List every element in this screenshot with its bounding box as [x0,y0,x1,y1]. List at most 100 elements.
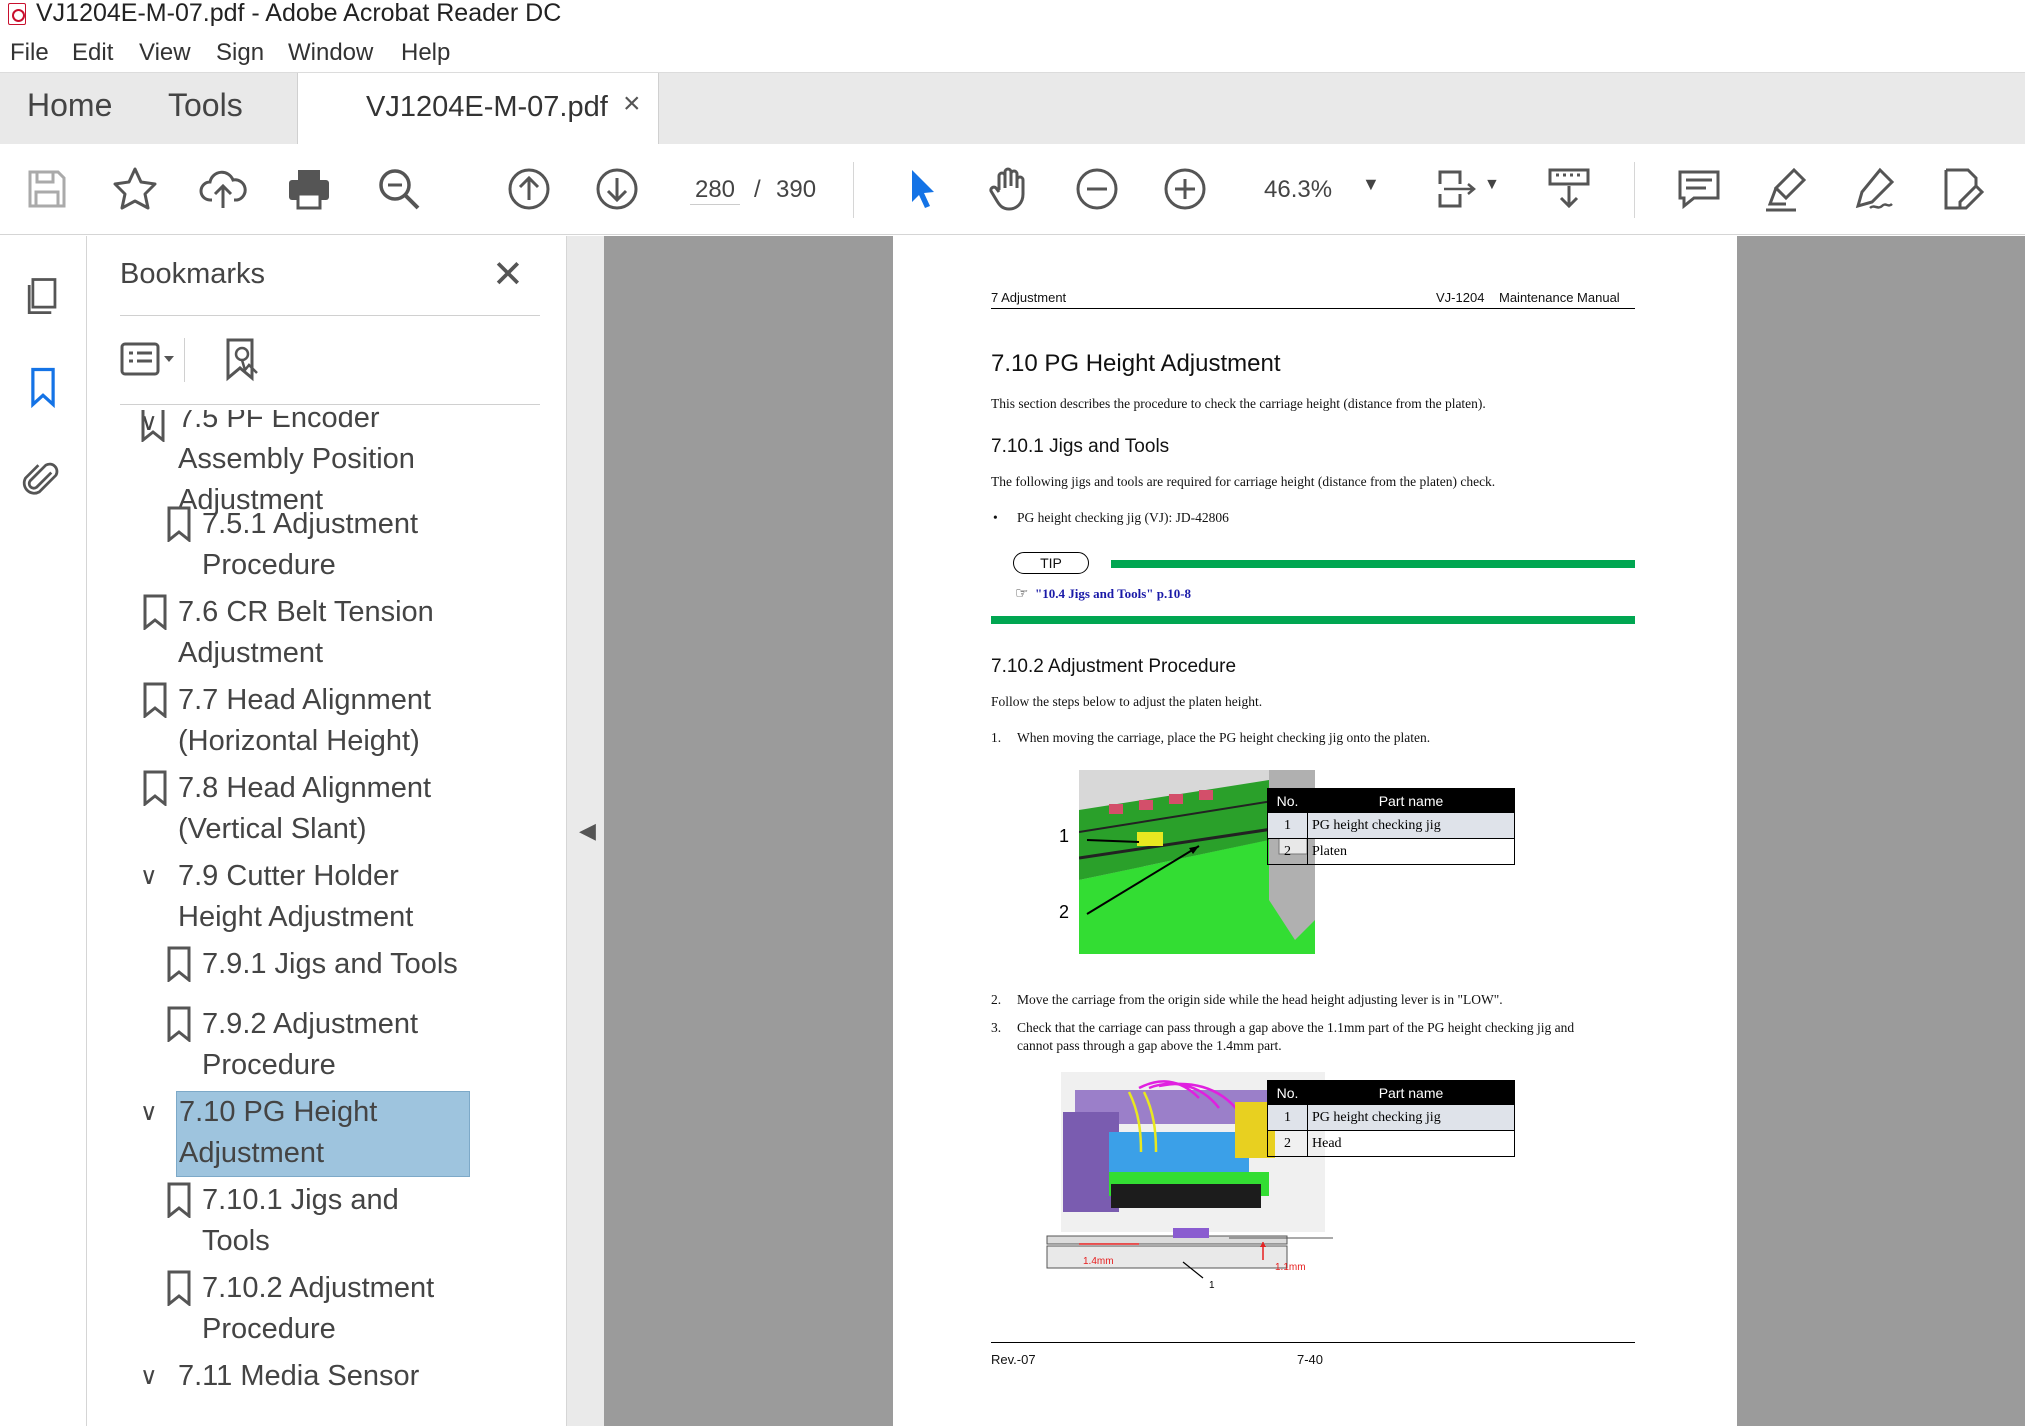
subsection-2-text: Follow the steps below to adjust the pla… [991,694,1263,709]
table-row: 2 Head [1267,1130,1515,1157]
tip-link[interactable]: "10.4 Jigs and Tools" p.10-8 [1035,586,1191,602]
bookmark-icon [143,770,167,806]
step-1-text: When moving the carriage, place the PG h… [1017,730,1431,745]
zoom-level[interactable]: 46.3% [1264,176,1332,204]
tip-badge: TIP [1013,552,1089,574]
fit-page-icon[interactable] [1430,162,1484,216]
step-3-number: 3. [991,1020,1002,1035]
menu-sign[interactable]: Sign [216,39,264,67]
menu-edit[interactable]: Edit [72,39,113,67]
header-rule [991,308,1635,309]
pointing-hand-icon: ☞ [1015,586,1029,602]
select-cursor-icon[interactable] [896,162,950,216]
step-2-text: Move the carriage from the origin side w… [1017,992,1503,1007]
zoom-search-icon[interactable] [372,162,426,216]
chevron-down-icon[interactable]: ∨ [140,1356,158,1397]
zoom-dropdown-chevron-icon[interactable]: ▼ [1362,174,1380,195]
document-viewer[interactable]: 7 Adjustment VJ-1204 Maintenance Manual … [604,236,2025,1426]
gap-label-1-1mm: 1.1mm [1275,1262,1306,1273]
page-header-left: 7 Adjustment [991,290,1067,305]
panel-splitter[interactable]: ◀ [566,236,604,1426]
chevron-down-icon[interactable]: ∨ [140,1092,158,1133]
table-header-name: Part name [1307,1080,1515,1105]
zoom-in-icon[interactable] [1158,162,1212,216]
hand-tool-icon[interactable] [982,162,1036,216]
bookmark-label: 7.7 Head Alignment (Horizontal Height) [178,684,432,757]
bookmark-panel-icon[interactable] [18,362,68,412]
bookmark-label: 7.8 Head Alignment (Vertical Slant) [178,772,432,845]
sign-pen-icon[interactable] [1848,162,1902,216]
attachment-icon[interactable] [18,454,68,504]
bookmark-icon [143,594,167,630]
menu-help[interactable]: Help [401,39,450,67]
step-2-number: 2. [991,992,1002,1007]
comment-icon[interactable] [1672,162,1726,216]
next-page-icon[interactable] [590,162,644,216]
subsection-1-text: The following jigs and tools are require… [991,474,1496,489]
footer-rule [991,1342,1635,1343]
table-row: 2 Platen [1267,838,1515,865]
pages-thumbnail-icon[interactable] [18,272,68,322]
new-bookmark-icon[interactable] [222,336,268,384]
page-header-doc: Maintenance Manual [1499,290,1620,305]
fit-dropdown-chevron-icon[interactable]: ▼ [1484,176,1500,194]
save-icon[interactable] [20,162,74,216]
intro-text: This section describes the procedure to … [991,396,1486,411]
pdf-app-icon [8,3,26,25]
edit-pdf-icon[interactable] [1936,162,1990,216]
bookmark-icon [167,1182,191,1218]
figure-callout-2: 2 [1059,902,1070,922]
table-header-name: Part name [1307,788,1515,813]
page-separator: / [754,176,761,203]
page-number-input[interactable]: 280 [690,176,740,205]
parts-table-2: No. Part name 1 PG height checking jig 2 He… [1267,1080,1515,1157]
menu-bar: File Edit View Sign Window Help [0,34,2025,72]
chevron-down-icon[interactable]: ∨ [140,856,158,897]
page-total: 390 [776,176,817,203]
bullet-dot: • [993,510,998,525]
table-cell: 2 [1267,838,1308,865]
close-panel-button[interactable]: ✕ [492,252,524,297]
print-icon[interactable] [282,162,336,216]
collapse-panel-icon[interactable]: ◀ [579,818,596,844]
cloud-upload-icon[interactable] [196,162,250,216]
toolbar: 280 / 390 46.3% ▼ ▼ [0,144,2025,235]
divider [184,338,185,382]
tab-document[interactable]: VJ1204E-M-07.pdf × [297,73,659,145]
subsection-1-title: 7.10.1 Jigs and Tools [991,436,1170,457]
toolbar-divider [1634,162,1635,218]
menu-window[interactable]: Window [288,39,373,67]
step-3-text-line-1: Check that the carriage can pass through… [1017,1020,1575,1035]
scroll-mode-icon[interactable] [1542,162,1596,216]
tab-document-label: VJ1204E-M-07.pdf [366,91,608,123]
tip-bar-bottom [991,616,1635,624]
subsection-2-title: 7.10.2 Adjustment Procedure [991,656,1237,677]
table-cell: 1 [1267,1104,1308,1131]
page-footer-left: Rev.-07 [991,1352,1036,1367]
figure-callout-1: 1 [1059,826,1070,846]
tab-close-button[interactable]: × [623,87,641,121]
table-cell: 1 [1267,812,1308,839]
bookmark-label: 7.9.1 Jigs and Tools [202,948,458,980]
bookmark-label: 7.11 Media Sensor [178,1360,420,1392]
pdf-page: 7 Adjustment VJ-1204 Maintenance Manual … [893,236,1737,1426]
prev-page-icon[interactable] [502,162,556,216]
menu-file[interactable]: File [10,39,49,67]
toolbar-divider [853,162,854,218]
parts-table-1: No. Part name 1 PG height checking jig 2 Pl… [1267,788,1515,865]
options-list-icon[interactable] [120,340,180,380]
highlight-icon[interactable] [1760,162,1814,216]
tab-tools[interactable]: Tools [168,87,243,124]
zoom-out-icon[interactable] [1070,162,1124,216]
menu-view[interactable]: View [139,39,191,67]
bookmark-label: 7.6 CR Belt Tension Adjustment [178,596,434,669]
tab-home[interactable]: Home [27,87,112,124]
bookmark-label: 7.5.1 Adjustment Procedure [202,508,419,581]
table-cell: PG height checking jig [1307,1104,1515,1131]
table-row: 1 PG height checking jig [1267,812,1515,839]
bookmark-label: 7.9.2 Adjustment Procedure [202,1008,419,1081]
page-footer-number: 7-40 [1297,1352,1324,1367]
table-cell: PG height checking jig [1307,812,1515,839]
star-icon[interactable] [108,162,162,216]
bookmark-label: 7.10 PG Height Adjustment [176,1091,470,1177]
